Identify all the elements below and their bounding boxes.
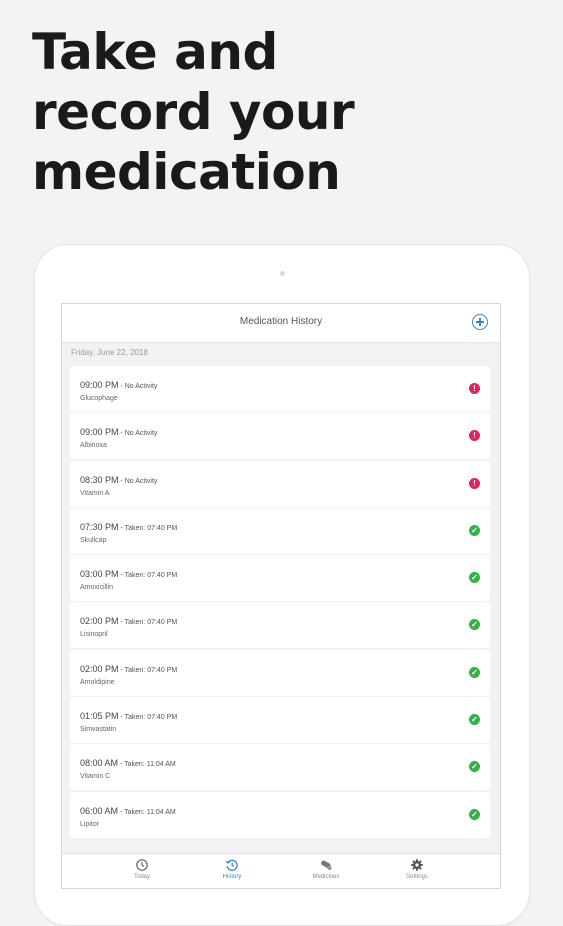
entry-time: 02:00 PM bbox=[80, 616, 119, 627]
entry-time-line: 02:00 PM - Taken: 07:40 PM bbox=[80, 664, 177, 674]
entry-time-line: 08:30 PM - No Activity bbox=[80, 475, 157, 485]
tab-history[interactable]: History bbox=[197, 858, 267, 880]
entry-status: - Taken: 07:40 PM bbox=[118, 619, 178, 627]
navigation-bar: Medication History bbox=[62, 304, 500, 343]
entry-time-line: 09:00 PM - No Activity bbox=[80, 380, 157, 390]
entry-medication-name: Lipitor bbox=[80, 820, 100, 828]
headline-line: medication bbox=[32, 143, 341, 201]
entry-time-line: 09:00 PM - No Activity bbox=[80, 427, 157, 437]
entry-time-line: 02:00 PM - Taken: 07:40 PM bbox=[80, 616, 177, 626]
tab-bar: Today History Medicines Settings bbox=[62, 853, 500, 888]
tablet-camera bbox=[280, 271, 285, 276]
plus-circle-icon[interactable] bbox=[472, 314, 488, 330]
entry-medication-name: Lisinopril bbox=[80, 631, 108, 639]
entry-time: 06:00 AM bbox=[80, 805, 119, 816]
exclamation-circle-icon: ! bbox=[469, 430, 480, 442]
app-screen: Medication History Friday, June 22, 2018… bbox=[61, 303, 501, 889]
check-circle-icon: ✓ bbox=[469, 572, 480, 584]
entry-medication-name: Amoldipine bbox=[80, 678, 115, 686]
promo-headline: Take and record your medication bbox=[32, 22, 355, 202]
list-item[interactable]: 03:00 PM - Taken: 07:40 PM Amoxicillin ✓ bbox=[70, 555, 490, 602]
entry-status: - Taken: 11:04 AM bbox=[118, 808, 176, 816]
entry-time-line: 06:00 AM - Taken: 11:04 AM bbox=[80, 806, 176, 816]
entry-medication-name: Albinoxa bbox=[80, 442, 107, 450]
entry-status: - Taken: 07:40 PM bbox=[118, 714, 178, 722]
list-item[interactable]: 09:00 PM - No Activity Albinoxa! bbox=[70, 413, 490, 460]
entry-time: 08:00 AM bbox=[80, 758, 119, 769]
entry-medication-name: Amoxicillin bbox=[80, 584, 114, 592]
history-icon bbox=[225, 859, 238, 871]
entry-time: 03:00 PM bbox=[80, 569, 119, 580]
entry-time-line: 03:00 PM - Taken: 07:40 PM bbox=[80, 569, 177, 579]
list-item[interactable]: 02:00 PM - Taken: 07:40 PM Amoldipine ✓ bbox=[70, 649, 490, 696]
check-circle-icon: ✓ bbox=[469, 714, 480, 726]
entry-status: - Taken: 07:40 PM bbox=[118, 572, 178, 580]
entry-time: 01:05 PM bbox=[80, 711, 119, 722]
entry-medication-name: Vitamin C bbox=[80, 773, 111, 781]
page-title: Medication History bbox=[239, 316, 323, 327]
entry-time: 07:30 PM bbox=[80, 521, 119, 532]
tab-label: Settings bbox=[406, 874, 428, 880]
check-circle-icon: ✓ bbox=[469, 808, 480, 820]
entry-medication-name: Skullcap bbox=[80, 536, 107, 544]
tab-label: Medicines bbox=[312, 874, 340, 880]
list-item[interactable]: 06:00 AM - Taken: 11:04 AM Lipitor ✓ bbox=[70, 791, 490, 838]
list-item[interactable]: 08:00 AM - Taken: 11:04 AM Vitamin C ✓ bbox=[70, 744, 490, 791]
headline-line: record your bbox=[32, 83, 355, 141]
list-item[interactable]: 08:30 PM - No Activity Vitamin A! bbox=[70, 460, 490, 507]
headline-line: Take and bbox=[32, 23, 278, 81]
entry-time: 09:00 PM bbox=[80, 380, 119, 390]
tab-label: Today bbox=[133, 874, 150, 880]
date-header: Friday, June 22, 2018 bbox=[71, 348, 148, 357]
entry-status: - Taken: 07:40 PM bbox=[118, 524, 178, 532]
entry-medication-name: Glucophage bbox=[80, 395, 118, 402]
exclamation-circle-icon: ! bbox=[469, 383, 480, 394]
entry-status: - Taken: 11:04 AM bbox=[118, 761, 176, 769]
medication-history-list: 09:00 PM - No Activity Glucophage! 09:00 P… bbox=[70, 366, 490, 839]
entry-status: - No Activity bbox=[118, 383, 158, 390]
list-item[interactable]: 09:00 PM - No Activity Glucophage! bbox=[70, 366, 490, 412]
tab-settings[interactable]: Settings bbox=[382, 858, 452, 880]
tab-medicines[interactable]: Medicines bbox=[291, 858, 361, 880]
check-circle-icon: ✓ bbox=[469, 761, 480, 773]
list-item[interactable]: 02:00 PM - Taken: 07:40 PM Lisinopril ✓ bbox=[70, 602, 490, 649]
pill-icon bbox=[321, 860, 332, 870]
exclamation-circle-icon: ! bbox=[469, 477, 480, 489]
entry-medication-name: Simvastatin bbox=[80, 726, 117, 734]
entry-time: 08:30 PM bbox=[80, 474, 119, 485]
check-circle-icon: ✓ bbox=[469, 524, 480, 536]
entry-status: - Taken: 07:40 PM bbox=[118, 666, 178, 674]
entry-medication-name: Vitamin A bbox=[80, 489, 110, 497]
entry-time-line: 08:00 AM - Taken: 11:04 AM bbox=[80, 758, 176, 768]
list-item[interactable]: 07:30 PM - Taken: 07:40 PM Skullcap ✓ bbox=[70, 507, 490, 554]
entry-time: 02:00 PM bbox=[80, 663, 119, 674]
clock-icon bbox=[136, 859, 148, 871]
entry-time-line: 01:05 PM - Taken: 07:40 PM bbox=[80, 711, 177, 721]
entry-time-line: 07:30 PM - Taken: 07:40 PM bbox=[80, 522, 177, 532]
tab-today[interactable]: Today bbox=[107, 858, 177, 880]
entry-time: 09:00 PM bbox=[80, 427, 119, 438]
gear-icon bbox=[411, 859, 423, 871]
list-item[interactable]: 01:05 PM - Taken: 07:40 PM Simvastatin ✓ bbox=[70, 697, 490, 744]
entry-status: - No Activity bbox=[118, 430, 158, 438]
tab-label: History bbox=[222, 874, 242, 880]
entry-status: - No Activity bbox=[118, 477, 158, 485]
check-circle-icon: ✓ bbox=[469, 619, 480, 631]
check-circle-icon: ✓ bbox=[469, 666, 480, 678]
